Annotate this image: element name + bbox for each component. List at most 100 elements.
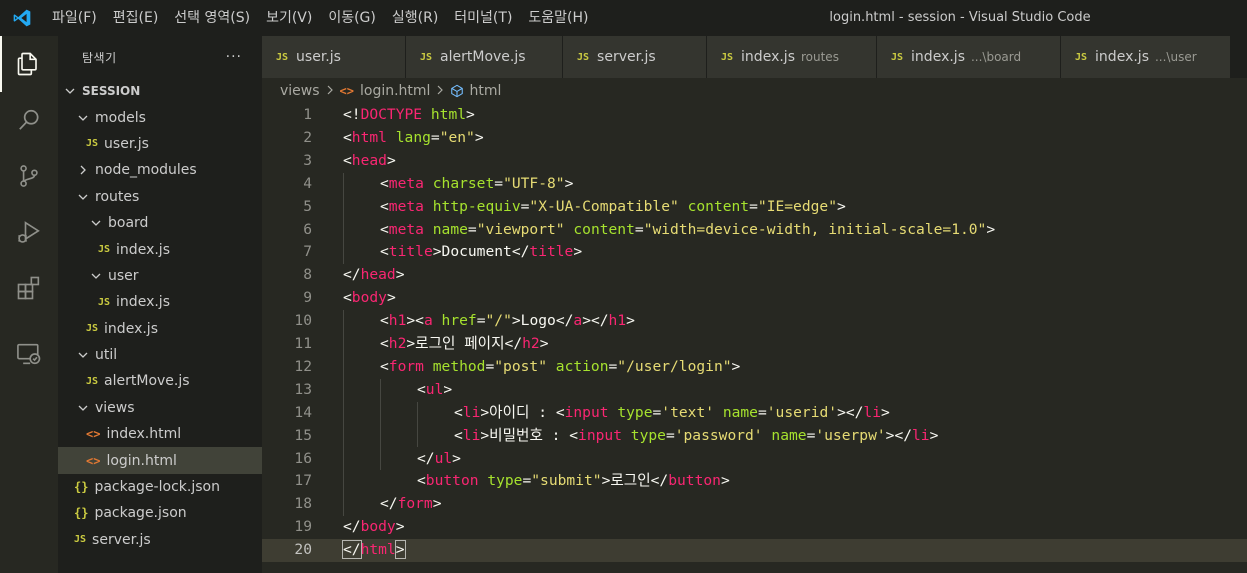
code-line[interactable]: 18 </form> [262, 493, 1247, 516]
code-line[interactable]: 5 <meta http-equiv = "X-UA-Compatible" cont… [262, 196, 1247, 219]
menu-item[interactable]: 파일(F) [44, 0, 105, 36]
editor-tabs: JS user.js JS alertMove.js JS server.js JS inde… [262, 36, 1247, 78]
tree-file[interactable]: <> login.html [58, 447, 262, 474]
extensions-icon[interactable] [0, 260, 58, 316]
code-line[interactable]: 7 <title>Document</title> [262, 241, 1247, 264]
breadcrumb-symbol[interactable]: html [469, 83, 501, 99]
editor-tab[interactable]: JS index.js ...\user [1061, 36, 1231, 78]
tab-label: index.js [1095, 49, 1149, 65]
tree-file[interactable]: JS index.js [58, 236, 262, 262]
code-line[interactable]: 11 <h2>로그인 페이지</h2> [262, 333, 1247, 356]
code-token: title [529, 243, 574, 261]
chevron-right-icon [75, 164, 91, 176]
code-token: html [360, 541, 396, 559]
tree-item-label: index.html [106, 426, 182, 443]
menu-item[interactable]: 도움말(H) [520, 0, 596, 36]
code-line[interactable]: 3 <head> [262, 150, 1247, 173]
source-control-icon[interactable] [0, 148, 58, 204]
code-editor[interactable]: 1 <!DOCTYPE html> 2 <html lang="en"> 3 <head>… [262, 104, 1247, 573]
code-token: "X-UA-Compatible" [529, 197, 679, 215]
code-token: "/" [485, 312, 512, 330]
code-line[interactable]: 17 <button type="submit">로그인</button> [262, 470, 1247, 493]
tree-file[interactable]: JS index.js [58, 316, 262, 342]
tree-file[interactable]: JS user.js [58, 131, 262, 157]
code-token: = [749, 197, 758, 215]
code-line[interactable]: 14 <li>아이디 : <input type='text' name='use… [262, 402, 1247, 425]
remote-explorer-icon[interactable] [0, 326, 58, 382]
code-token: type [630, 426, 666, 444]
code-token: 'userpw' [815, 426, 886, 444]
js-file-icon: JS [721, 51, 734, 63]
editor-tab[interactable]: JS alertMove.js [406, 36, 563, 78]
menu-item[interactable]: 이동(G) [320, 0, 384, 36]
tab-label: index.js [741, 49, 795, 65]
html-file-icon: <> [339, 84, 354, 98]
tree-folder[interactable]: models [58, 104, 262, 130]
tree-file[interactable]: JS index.js [58, 289, 262, 315]
code-line[interactable]: 15 <li>비밀번호 : <input type='password' name… [262, 425, 1247, 448]
code-line[interactable]: 2 <html lang="en"> [262, 127, 1247, 150]
code-token: > [480, 403, 490, 421]
js-file-icon: JS [891, 51, 904, 63]
line-number: 11 [294, 335, 312, 352]
code-token: 아이디 : [489, 403, 556, 421]
tree-file[interactable]: JS alertMove.js [58, 368, 262, 394]
menu-item[interactable]: 보기(V) [258, 0, 320, 36]
menu-item[interactable]: 실행(R) [384, 0, 446, 36]
code-token: > [432, 495, 442, 513]
code-token: h2 [388, 335, 407, 352]
run-debug-icon[interactable] [0, 204, 58, 260]
js-file-icon: JS [86, 323, 99, 335]
code-line[interactable]: 1 <!DOCTYPE html> [262, 104, 1247, 127]
line-number: 13 [294, 380, 312, 398]
breadcrumb-file[interactable]: login.html [360, 83, 430, 99]
code-token: > [474, 128, 484, 146]
editor-tab[interactable]: JS server.js [563, 36, 707, 78]
code-line[interactable]: 16 </ul> [262, 448, 1247, 471]
tree-folder[interactable]: board [58, 210, 262, 236]
breadcrumb-folder[interactable]: views [280, 83, 320, 99]
code-line[interactable]: 19 </body> [262, 516, 1247, 539]
code-line[interactable]: 9 <body> [262, 287, 1247, 310]
workspace-root[interactable]: SESSION [58, 78, 262, 104]
tree-folder[interactable]: routes [58, 184, 262, 210]
more-actions-icon[interactable]: ··· [226, 49, 242, 65]
menu-item[interactable]: 터미널(T) [446, 0, 520, 36]
code-line[interactable]: 12 <form method="post" action="/user/logi… [262, 356, 1247, 379]
title-bar: 파일(F) 편집(E) 선택 영역(S) 보기(V) 이동(G) 실행(R) 터미널(T) 도… [0, 0, 1247, 36]
code-line[interactable]: 6 <meta name="viewport" content="width=de… [262, 219, 1247, 242]
indent-guide [343, 310, 344, 517]
menu-item[interactable]: 편집(E) [105, 0, 167, 36]
code-line[interactable]: 4 <meta charset="UTF-8"> [262, 173, 1247, 196]
code-line[interactable]: 10 <h1><a href="/">Logo</a></h1> [262, 310, 1247, 333]
tree-folder[interactable]: util [58, 342, 262, 368]
tree-file[interactable]: {} package-lock.json [58, 474, 262, 500]
code-line[interactable]: 13 <ul> [262, 379, 1247, 402]
code-token: = [467, 220, 477, 238]
code-token: < [380, 312, 389, 330]
tree-file[interactable]: {} package.json [58, 500, 262, 526]
editor-tab[interactable]: JS user.js [262, 36, 406, 78]
code-text: <li>아이디 : <input type='text' name='useri… [454, 402, 890, 425]
tree-file[interactable]: <> index.html [58, 421, 262, 447]
files-icon[interactable] [0, 36, 58, 92]
editor-tab[interactable]: JS index.js routes [707, 36, 877, 78]
line-number: 6 [303, 220, 312, 238]
search-icon[interactable] [0, 92, 58, 148]
code-line[interactable]: 20 </html> [262, 539, 1247, 562]
vscode-logo-icon[interactable] [0, 0, 44, 36]
tree-file[interactable]: JS server.js [58, 527, 262, 553]
editor-tab[interactable]: JS index.js ...\board [877, 36, 1061, 78]
line-number: 1 [303, 106, 312, 123]
menu-item[interactable]: 선택 영역(S) [166, 0, 258, 36]
explorer-title: 탐색기 [82, 50, 117, 65]
code-text: <h1><a href="/">Logo</a></h1> [380, 310, 635, 333]
tree-folder[interactable]: user [58, 263, 262, 289]
tree-folder[interactable]: node_modules [58, 157, 262, 183]
tree-folder[interactable]: views [58, 395, 262, 421]
code-line[interactable]: 8 </head> [262, 264, 1247, 287]
